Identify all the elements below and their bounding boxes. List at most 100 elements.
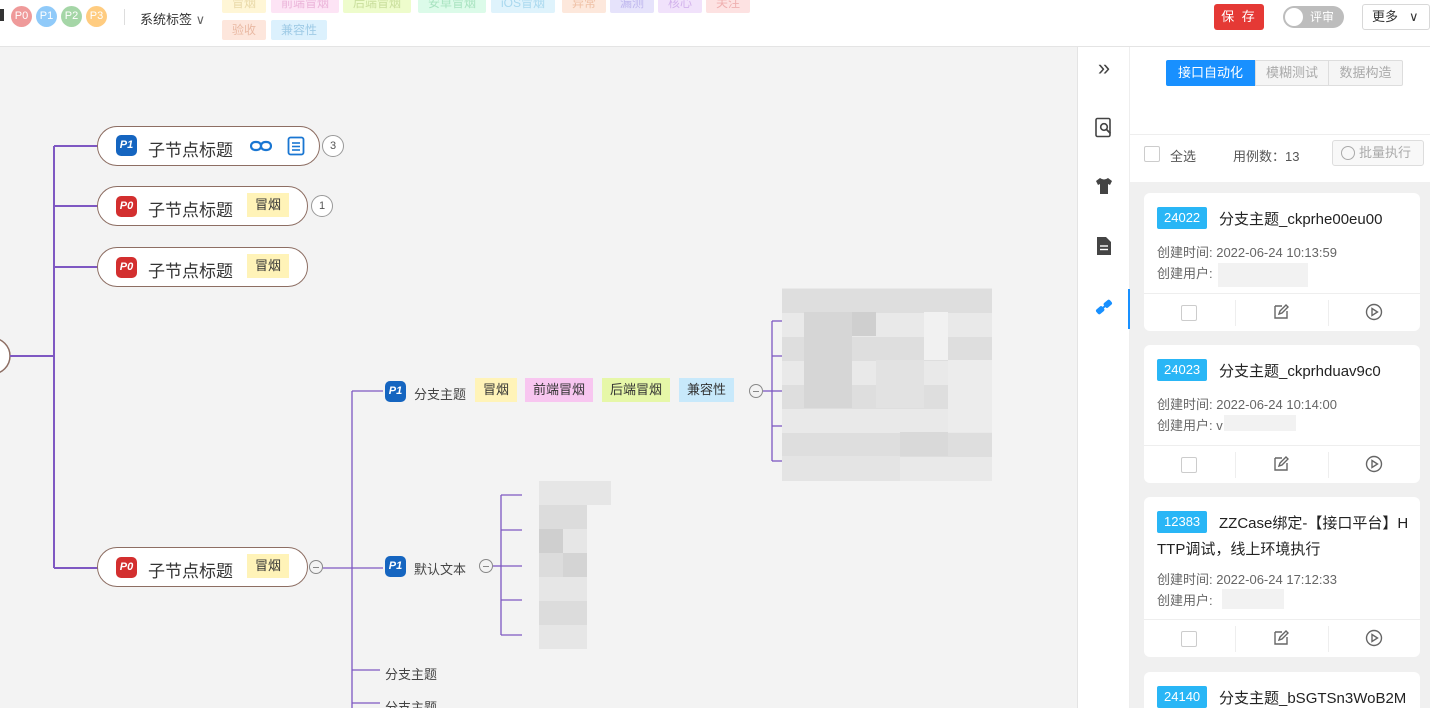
more-dropdown[interactable]: 更多 ∨ [1362,4,1430,30]
chevron-down-icon: ∨ [195,12,206,27]
priority-filter-p2[interactable]: P2 [61,6,82,27]
case-card[interactable]: 24140 分支主题_bSGTSn3WoB2M [1144,672,1420,708]
branch-tag-compatibility: 兼容性 [679,378,735,402]
child-node-3[interactable]: P0 子节点标题 冒烟 [97,247,308,287]
edit-icon[interactable] [1272,303,1290,321]
child-node-4[interactable]: P0 子节点标题 冒烟 [97,547,308,587]
collapse-panel-icon[interactable]: » [1092,56,1116,80]
child-count-badge[interactable]: 1 [311,195,333,217]
card-actions [1144,619,1420,657]
node-tag: 冒烟 [247,554,290,578]
card-actions [1144,293,1420,331]
collapse-toggle[interactable] [479,559,493,573]
select-all-checkbox[interactable] [1144,146,1160,162]
tag-missed[interactable]: 漏测 [610,0,655,13]
run-icon[interactable] [1365,455,1383,473]
tab-data-construction[interactable]: 数据构造 [1328,60,1403,86]
tag-core[interactable]: 核心 [658,0,703,13]
save-button[interactable]: 保 存 [1214,4,1264,30]
batch-run-button[interactable]: 批量执行 [1332,140,1424,166]
redacted-user [1224,415,1296,431]
run-icon[interactable] [1365,629,1383,647]
tag-follow[interactable]: 关注 [706,0,751,13]
document-icon[interactable] [1092,236,1116,260]
case-name: 分支主题_ckprhe00eu00 [1219,211,1383,228]
edit-icon[interactable] [1272,629,1290,647]
priority-filter-p0[interactable]: P0 [11,6,32,27]
tag-android-smoke[interactable]: 安卓冒烟 [418,0,487,13]
case-id-badge: 24023 [1157,359,1208,381]
priority-filter-p3[interactable]: P3 [86,6,107,27]
node-title: 子节点标题 [148,141,233,160]
select-all-label: 全选 [1170,149,1197,164]
redacted-user [1218,263,1308,287]
priority-filter-p1[interactable]: P1 [36,6,57,27]
case-card[interactable]: 24022 分支主题_ckprhe00eu00 创建时间: 2022-06-24… [1144,193,1420,331]
node-tag: 冒烟 [247,254,290,278]
branch-tag-backend-smoke: 后端冒烟 [602,378,671,402]
node-title: 子节点标题 [148,262,233,281]
case-card[interactable]: 12383 ZZCase绑定-【接口平台】H TTP调试，线上环境执行 创建时间… [1144,497,1420,657]
branch-tag-frontend-smoke: 前端冒烟 [525,378,594,402]
case-checkbox[interactable] [1181,457,1197,473]
tag-acceptance[interactable]: 验收 [222,20,267,40]
case-id-badge: 12383 [1157,511,1208,533]
run-icon[interactable] [1365,303,1383,321]
side-icon-strip: » [1077,47,1131,708]
divider [124,9,125,25]
child-count-badge[interactable]: 3 [322,135,344,157]
default-text-node[interactable]: 默认文本 [414,559,466,578]
branch-topic-plain[interactable]: 分支主题 [385,664,437,683]
node-tag: 冒烟 [247,193,290,217]
system-tags-label: 系统标签 [140,12,193,27]
tab-fuzz-testing[interactable]: 模糊测试 [1255,60,1329,86]
panel-header: 接口自动化 模糊测试 数据构造 全选 用例数：13 批量执行 [1130,47,1430,182]
branch-topic-plain[interactable]: 分支主题 [385,697,437,708]
case-name: 分支主题_bSGTSn3WoB2M [1219,690,1407,707]
review-label: 评审 [1310,10,1335,24]
created-time: 创建时间: 2022-06-24 10:14:00 [1157,397,1337,412]
tag-backend-smoke[interactable]: 后端冒烟 [343,0,412,13]
branch-topic-title[interactable]: 分支主题 [414,384,466,403]
top-toolbar: P0 P1 P2 P3 系统标签 ∨ 冒烟 前端冒烟 后端冒烟 安卓冒烟 iOS… [0,0,1430,47]
node-title: 子节点标题 [148,201,233,220]
child-node-1[interactable]: P1 子节点标题 [97,126,320,166]
case-count: 用例数：13 [1233,149,1300,164]
edit-icon[interactable] [1272,455,1290,473]
case-checkbox[interactable] [1181,631,1197,647]
priority-badge: P1 [385,556,406,577]
branch-tag-smoke: 冒烟 [475,378,518,402]
case-panel: 接口自动化 模糊测试 数据构造 全选 用例数：13 批量执行 24022 分支主… [1130,47,1430,708]
tag-compatibility[interactable]: 兼容性 [271,20,328,40]
collapse-toggle[interactable] [309,560,323,574]
redacted-content [539,481,611,649]
link-icon[interactable] [249,137,273,158]
node-title: 子节点标题 [148,562,233,581]
redacted-user [1222,589,1284,609]
search-doc-icon[interactable] [1092,117,1116,141]
case-name-line1: ZZCase绑定-【接口平台】H [1219,515,1409,532]
priority-badge: P0 [116,257,137,278]
tag-frontend-smoke[interactable]: 前端冒烟 [271,0,340,13]
case-name-line2: TTP调试，线上环境执行 [1157,541,1321,558]
child-node-2[interactable]: P0 子节点标题 冒烟 [97,186,308,226]
tag-exception[interactable]: 异常 [562,0,607,13]
created-time: 创建时间: 2022-06-24 10:13:59 [1157,245,1337,260]
system-tags-dropdown[interactable]: 系统标签 ∨ [140,9,205,28]
case-id-badge: 24022 [1157,207,1208,229]
priority-badge: P1 [385,381,406,402]
tag-ios-smoke[interactable]: iOS冒烟 [491,0,556,13]
case-name: 分支主题_ckprhduav9c0 [1219,363,1381,380]
tab-api-automation[interactable]: 接口自动化 [1166,60,1255,86]
case-card[interactable]: 24023 分支主题_ckprhduav9c0 创建时间: 2022-06-24… [1144,345,1420,483]
priority-badge: P0 [116,196,137,217]
note-icon[interactable] [287,136,305,159]
collapse-toggle[interactable] [749,384,763,398]
tag-smoke[interactable]: 冒烟 [222,0,267,13]
toggle-knob [1285,8,1303,26]
api-link-icon[interactable] [1092,296,1116,320]
mindmap-canvas[interactable]: P1 子节点标题 3 P0 子节点标题 冒烟 1 P0 子节点标题 冒烟 P0 … [0,47,1077,708]
shirt-icon[interactable] [1092,176,1116,200]
case-checkbox[interactable] [1181,305,1197,321]
review-toggle[interactable]: 评审 [1283,6,1344,28]
